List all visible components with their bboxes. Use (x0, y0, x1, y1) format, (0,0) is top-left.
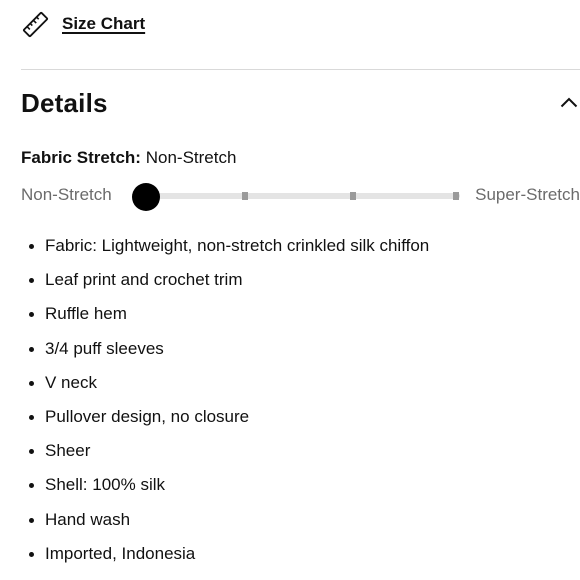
bullet-icon (29, 380, 34, 386)
list-item: Leaf print and crochet trim (29, 267, 429, 301)
bullet-icon (29, 551, 34, 557)
list-item-text: V neck (45, 372, 97, 392)
stretch-scale-thumb[interactable] (132, 183, 160, 211)
fabric-stretch-key: Fabric Stretch: (21, 148, 141, 167)
list-item-text: 3/4 puff sleeves (45, 338, 164, 358)
bullet-icon (29, 483, 34, 489)
details-feature-list: Fabric: Lightweight, non-stretch crinkle… (29, 233, 429, 575)
list-item: Ruffle hem (29, 301, 429, 335)
list-item-text: Fabric: Lightweight, non-stretch crinkle… (45, 236, 430, 255)
fabric-stretch-value: Non-Stretch (145, 148, 237, 167)
list-item: Shell: 100% silk (29, 472, 429, 506)
list-item: V neck (29, 370, 429, 404)
chevron-up-icon[interactable] (560, 96, 578, 108)
list-item-text: Pullover design, no closure (45, 406, 250, 426)
bullet-icon (29, 244, 34, 249)
stretch-scale-tick (453, 192, 459, 200)
stretch-scale-tick (349, 192, 356, 200)
section-divider (21, 69, 580, 70)
stretch-scale-track (132, 183, 460, 211)
bullet-icon (29, 312, 34, 318)
list-item-text: Shell: 100% silk (45, 475, 166, 495)
list-item-text: Imported, Indonesia (45, 543, 196, 563)
fabric-stretch-line: Fabric Stretch: Non-Stretch (21, 148, 236, 168)
list-item: Fabric: Lightweight, non-stretch crinkle… (29, 233, 429, 267)
stretch-scale-min-label: Non-Stretch (21, 185, 112, 204)
bullet-icon (29, 278, 34, 284)
size-chart-label: Size Chart (62, 14, 146, 33)
list-item: Hand wash (29, 507, 429, 541)
size-chart-link[interactable]: Size Chart (22, 9, 145, 39)
bullet-icon (29, 346, 34, 352)
list-item-text: Ruffle hem (45, 304, 127, 324)
stretch-scale-max-label: Super-Stretch (475, 185, 580, 204)
stretch-scale-tick (242, 192, 249, 200)
list-item-text: Hand wash (45, 509, 131, 529)
stretch-scale: Non-Stretch Super-Stretch (21, 182, 580, 211)
bullet-icon (29, 449, 34, 455)
list-item: Sheer (29, 438, 429, 472)
list-item: Pullover design, no closure (29, 404, 429, 438)
list-item-text: Leaf print and crochet trim (45, 270, 243, 290)
details-title: Details (21, 88, 108, 118)
bullet-icon (29, 414, 34, 420)
bullet-icon (29, 517, 34, 523)
list-item: 3/4 puff sleeves (29, 336, 429, 370)
details-accordion-header[interactable]: Details (21, 86, 580, 126)
list-item: Imported, Indonesia (29, 541, 429, 575)
list-item-text: Sheer (45, 441, 91, 461)
ruler-icon (22, 11, 49, 37)
